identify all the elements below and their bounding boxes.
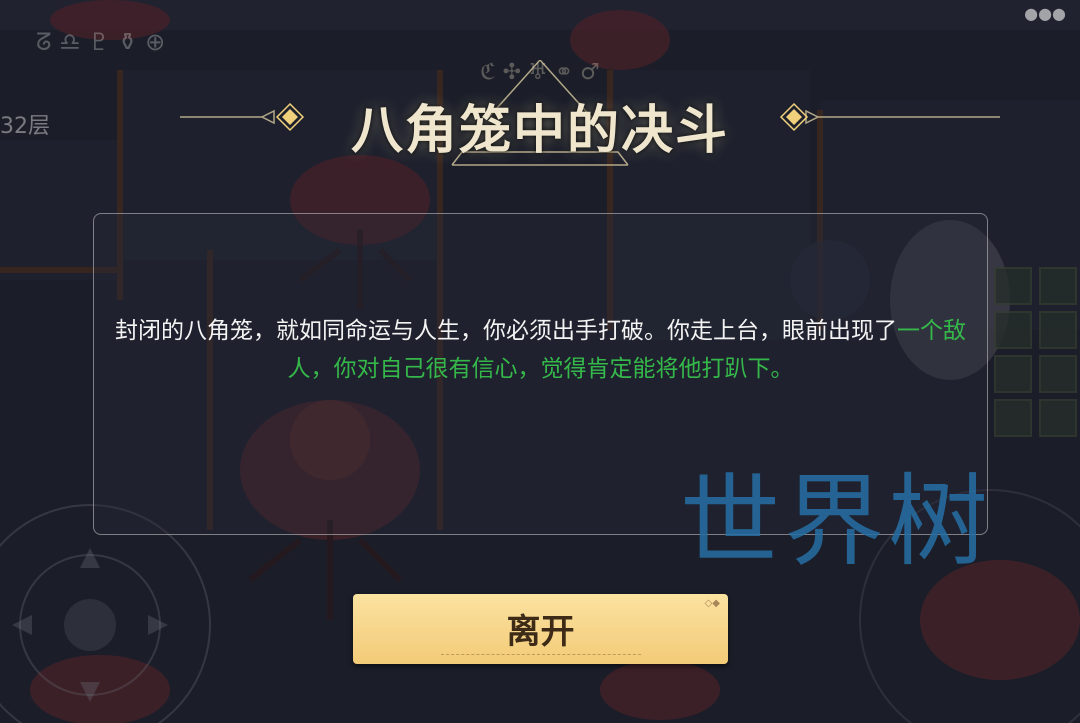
- menu-dots-icon[interactable]: ●●●: [1024, 4, 1066, 23]
- dialog-title: 八角笼中的决斗: [350, 100, 729, 161]
- leave-button[interactable]: ◇◆ 离开: [353, 594, 728, 664]
- dialog-header: ℭ ✣ ♅ ⚭ ♂ 八角笼中的决斗: [0, 60, 1080, 180]
- title-runes: ℭ ✣ ♅ ⚭ ♂: [480, 60, 600, 85]
- event-description: 封闭的八角笼，就如同命运与人生，你必须出手打破。你走上台，眼前出现了一个敌人，你…: [94, 312, 987, 388]
- button-underline: [441, 654, 641, 655]
- leave-button-label: 离开: [506, 612, 575, 652]
- watermark: 世界树: [680, 463, 992, 580]
- description-text: 封闭的八角笼，就如同命运与人生，你必须出手打破。你走上台，眼前出现了: [115, 318, 897, 344]
- hud-rune-row: ᘔ ♎ ♇ ⚱ ⊕: [36, 28, 166, 56]
